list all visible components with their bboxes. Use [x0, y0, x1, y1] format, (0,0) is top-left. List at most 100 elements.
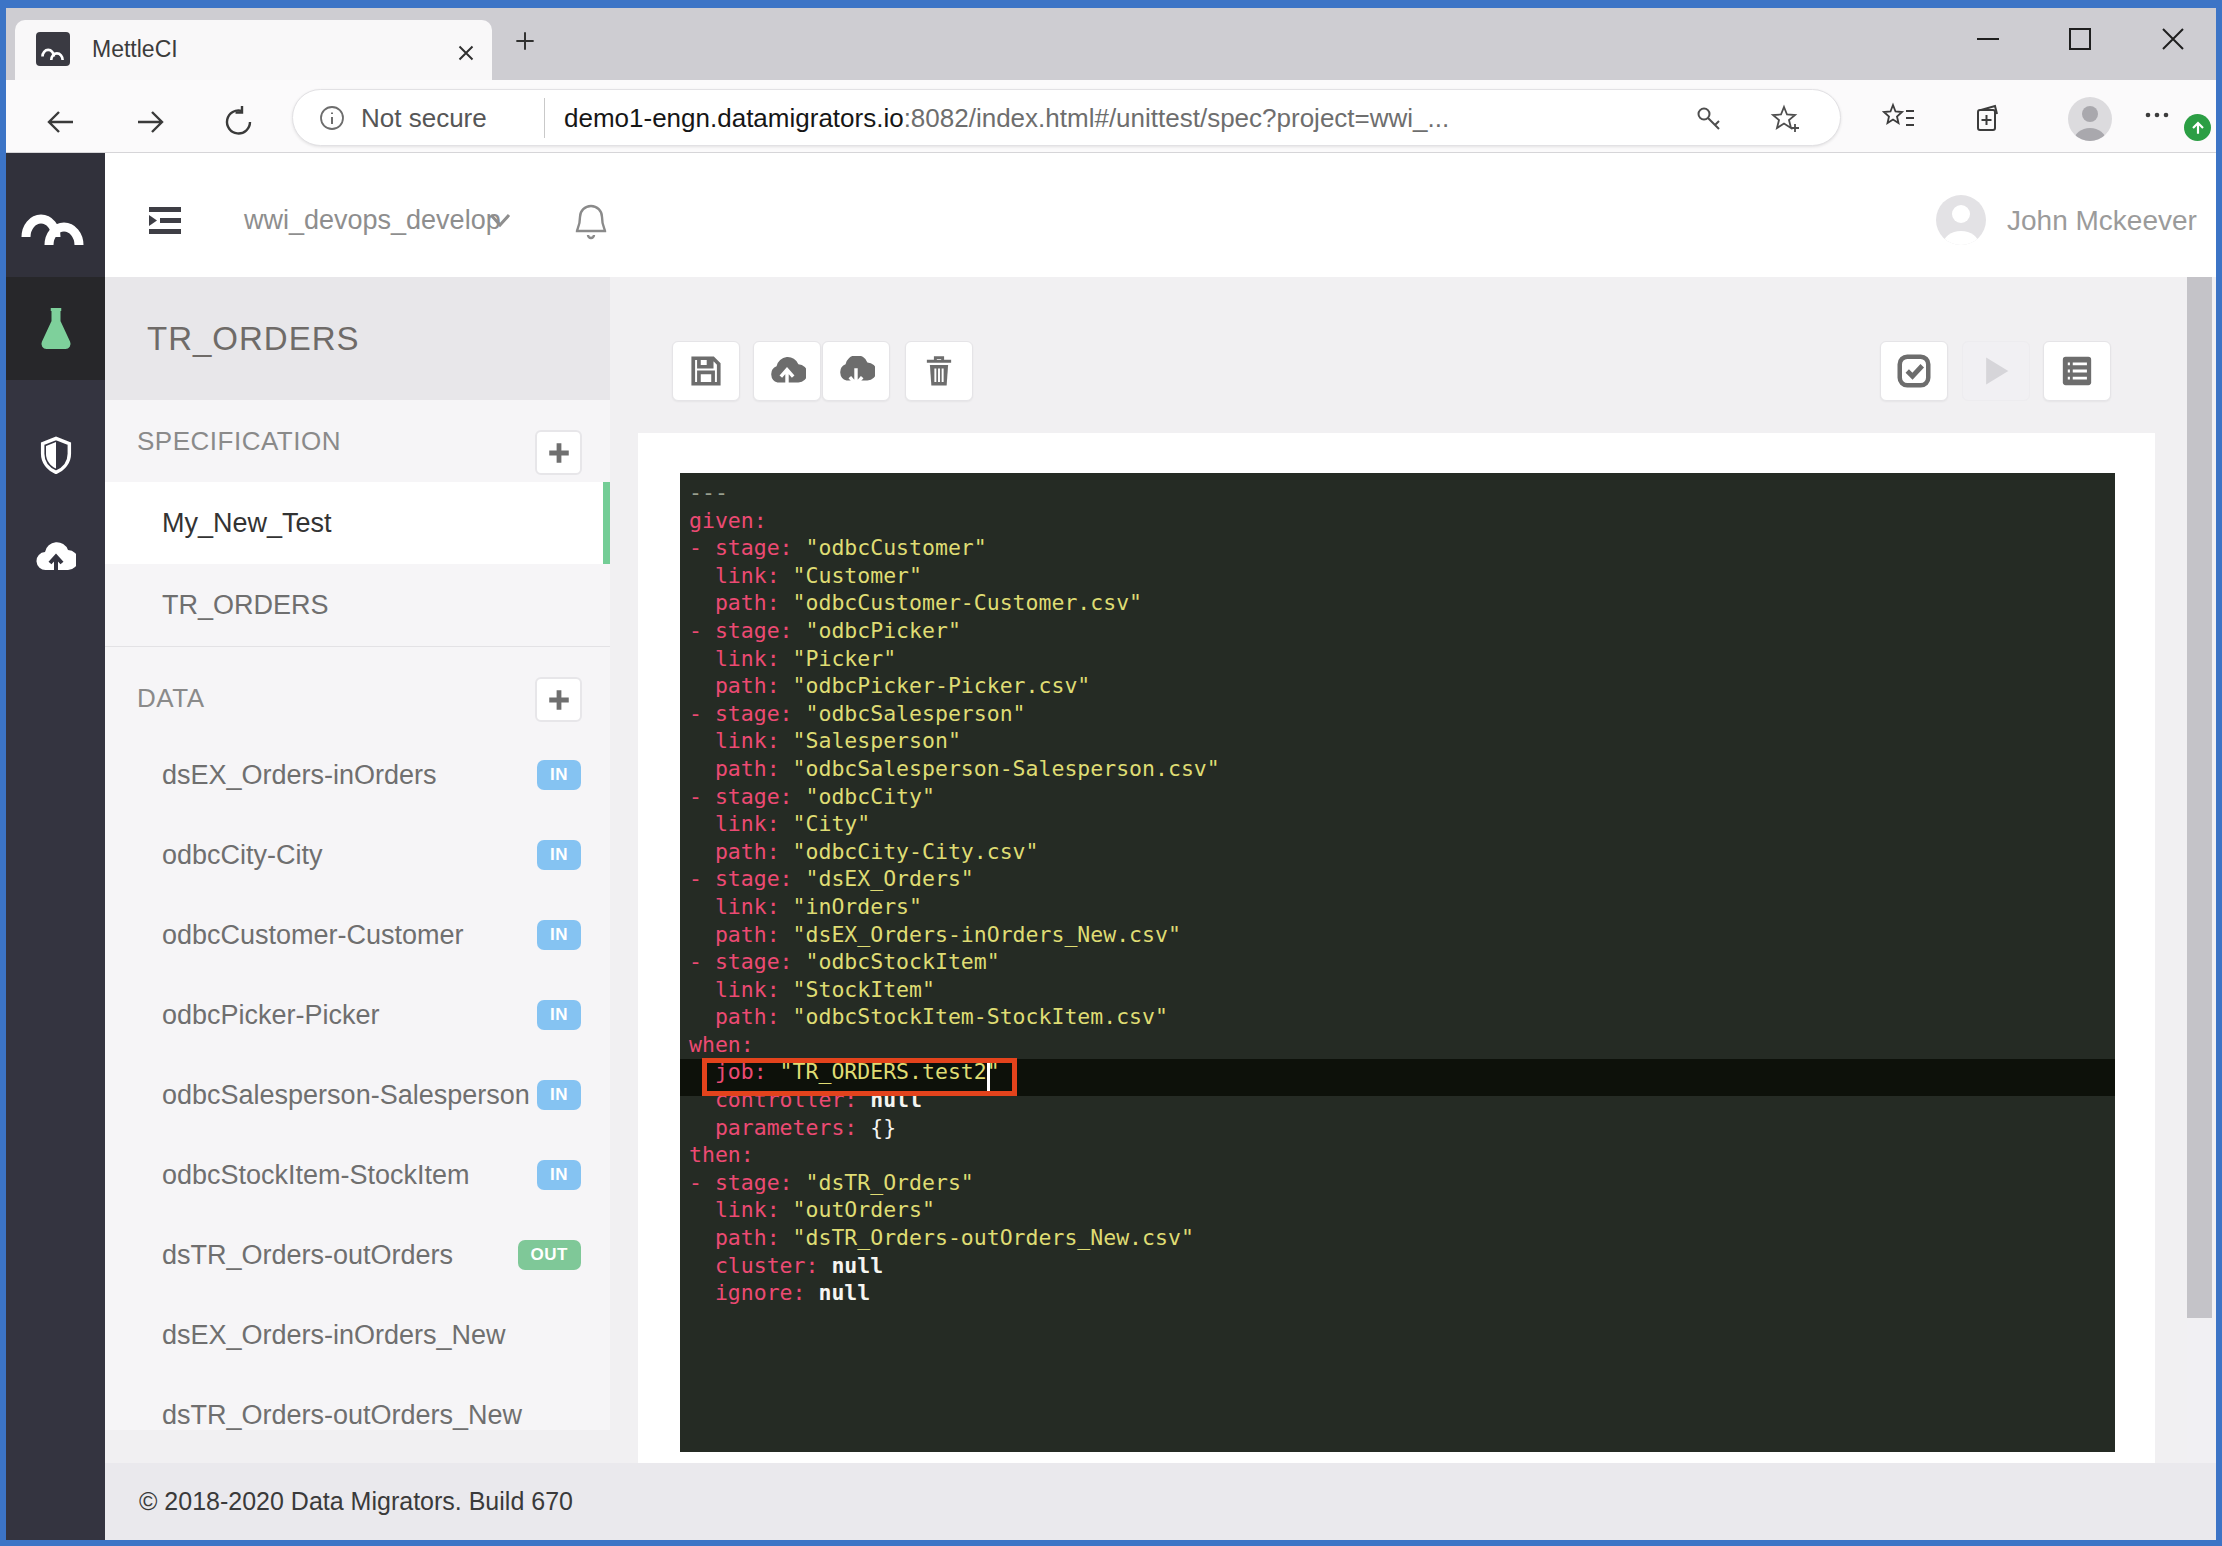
report-button[interactable] [2043, 341, 2111, 401]
flask-icon [38, 308, 74, 350]
security-label: Not secure [361, 103, 487, 134]
window-minimize-icon[interactable] [1971, 22, 2005, 56]
cloud-download-icon [837, 356, 875, 386]
code-line: link: "Customer" [689, 562, 1220, 590]
section-header-specification: SPECIFICATION [105, 400, 610, 482]
job-highlight-box [702, 1058, 1017, 1096]
list-item[interactable]: odbcCustomer-CustomerIN [105, 895, 610, 975]
address-bar[interactable]: Not secure demo1-engn.datamigrators.io:8… [292, 89, 1841, 146]
browser-profile-avatar[interactable] [2068, 97, 2112, 141]
password-key-icon[interactable] [1693, 103, 1725, 135]
code-line: link: "outOrders" [689, 1196, 1220, 1224]
code-line: - stage: "odbcStockItem" [689, 948, 1220, 976]
code-line: path: "dsEX_Orders-inOrders_New.csv" [689, 921, 1220, 949]
mettleci-logo-icon [39, 36, 67, 62]
left-panel: TR_ORDERS SPECIFICATION My_New_Test TR_ORD… [105, 277, 610, 1430]
menu-icon[interactable] [149, 207, 181, 234]
list-item[interactable]: odbcPicker-PickerIN [105, 975, 610, 1055]
code-line: - stage: "dsTR_Orders" [689, 1169, 1220, 1197]
url-separator [544, 98, 545, 138]
code-line: cluster: null [689, 1252, 1220, 1280]
url-path: :8082/index.html#/unittest/spec?project=… [904, 103, 1450, 133]
code-line: path: "dsTR_Orders-outOrders_New.csv" [689, 1224, 1220, 1252]
back-icon[interactable] [43, 104, 79, 140]
save-button[interactable] [672, 341, 740, 401]
person-icon [1936, 195, 1986, 245]
list-item[interactable]: My_New_Test [105, 482, 610, 564]
code-line: --- [689, 479, 1220, 507]
download-button[interactable] [822, 341, 890, 401]
panel-title: TR_ORDERS [147, 320, 360, 358]
run-button[interactable] [1962, 341, 2030, 401]
list-item[interactable]: odbcCity-CityIN [105, 815, 610, 895]
code-editor[interactable]: ---given:- stage: "odbcCustomer" link: "… [680, 473, 2115, 1452]
list-item-label: TR_ORDERS [162, 590, 329, 621]
content-area: TR_ORDERS SPECIFICATION My_New_Test TR_ORD… [105, 277, 2193, 1463]
info-icon[interactable] [319, 105, 345, 131]
list-item[interactable]: dsEX_Orders-inOrdersIN [105, 735, 610, 815]
code-line: - stage: "odbcPicker" [689, 617, 1220, 645]
list-item-label: dsTR_Orders-outOrders_New [162, 1400, 522, 1431]
project-selector[interactable]: wwi_devops_develop [244, 205, 501, 236]
refresh-icon[interactable] [221, 104, 257, 140]
sidebar-item-security[interactable] [6, 433, 105, 477]
forward-icon[interactable] [132, 104, 168, 140]
panel-title-block: TR_ORDERS [105, 277, 610, 400]
list-item-label: dsTR_Orders-outOrders [162, 1240, 453, 1271]
settings-dots-icon[interactable] [2140, 101, 2174, 135]
list-item[interactable]: dsTR_Orders-outOrders_New [105, 1375, 610, 1430]
bookmark-star-icon[interactable] [1770, 103, 1802, 135]
app-page: wwi_devops_develop John Mckeever TR_ORDE… [6, 153, 2216, 1540]
user-avatar[interactable] [1936, 195, 1986, 245]
window-close-icon[interactable] [2156, 22, 2190, 56]
app-logo[interactable] [6, 153, 105, 277]
list-item[interactable]: dsTR_Orders-outOrders OUT [105, 1215, 610, 1295]
list-item-label: odbcStockItem-StockItem [162, 1160, 470, 1191]
direction-badge: IN [537, 1160, 581, 1190]
list-item[interactable]: odbcStockItem-StockItem IN [105, 1135, 610, 1215]
list-item[interactable]: odbcSalesperson-SalespersonIN [105, 1055, 610, 1135]
add-data-button[interactable] [535, 677, 582, 722]
app-header: wwi_devops_develop John Mckeever [105, 153, 2216, 277]
section-label: SPECIFICATION [137, 426, 341, 457]
plus-icon [546, 440, 572, 466]
section-label: DATA [137, 683, 204, 714]
chevron-down-icon [489, 213, 511, 229]
section-header-data: DATA [105, 647, 610, 735]
code-line: - stage: "odbcCity" [689, 783, 1220, 811]
scrollbar-thumb[interactable] [2187, 277, 2212, 1318]
scrollbar-track[interactable] [2187, 277, 2216, 1463]
direction-badge: IN [537, 1080, 581, 1110]
list-item[interactable]: TR_ORDERS [105, 564, 610, 646]
validate-button[interactable] [1880, 341, 1948, 401]
code-line: when: [689, 1031, 1220, 1059]
upload-button[interactable] [753, 341, 821, 401]
direction-badge: OUT [518, 1240, 581, 1270]
window-maximize-icon[interactable] [2063, 22, 2097, 56]
code-line: link: "City" [689, 810, 1220, 838]
person-icon [2068, 97, 2112, 141]
browser-tab[interactable]: MettleCI [15, 20, 492, 80]
collections-icon[interactable] [1971, 101, 2005, 135]
sidebar-item-tests[interactable] [6, 277, 105, 380]
list-item-label: odbcSalesperson-Salesperson [162, 1080, 530, 1111]
code-line: link: "Salesperson" [689, 727, 1220, 755]
code-line: path: "odbcCustomer-Customer.csv" [689, 589, 1220, 617]
code-line: - stage: "odbcSalesperson" [689, 700, 1220, 728]
delete-button[interactable] [905, 341, 973, 401]
notifications-bell-icon[interactable] [573, 203, 609, 241]
sidebar-item-deploy[interactable] [6, 535, 105, 579]
favorites-icon[interactable] [1882, 101, 1916, 135]
list-item-label: odbcCustomer-Customer [162, 920, 464, 951]
code-line: - stage: "odbcCustomer" [689, 534, 1220, 562]
list-item-label: dsEX_Orders-inOrders_New [162, 1320, 506, 1351]
new-tab-icon[interactable] [512, 28, 538, 54]
add-specification-button[interactable] [535, 430, 582, 475]
list-item[interactable]: dsEX_Orders-inOrders_New [105, 1295, 610, 1375]
code-line: then: [689, 1141, 1220, 1169]
url-host: demo1-engn.datamigrators.io [564, 103, 904, 133]
code-line: path: "odbcSalesperson-Salesperson.csv" [689, 755, 1220, 783]
tab-close-icon[interactable] [453, 40, 479, 66]
cloud-upload-icon [768, 356, 806, 386]
update-badge-icon[interactable] [2184, 114, 2211, 141]
